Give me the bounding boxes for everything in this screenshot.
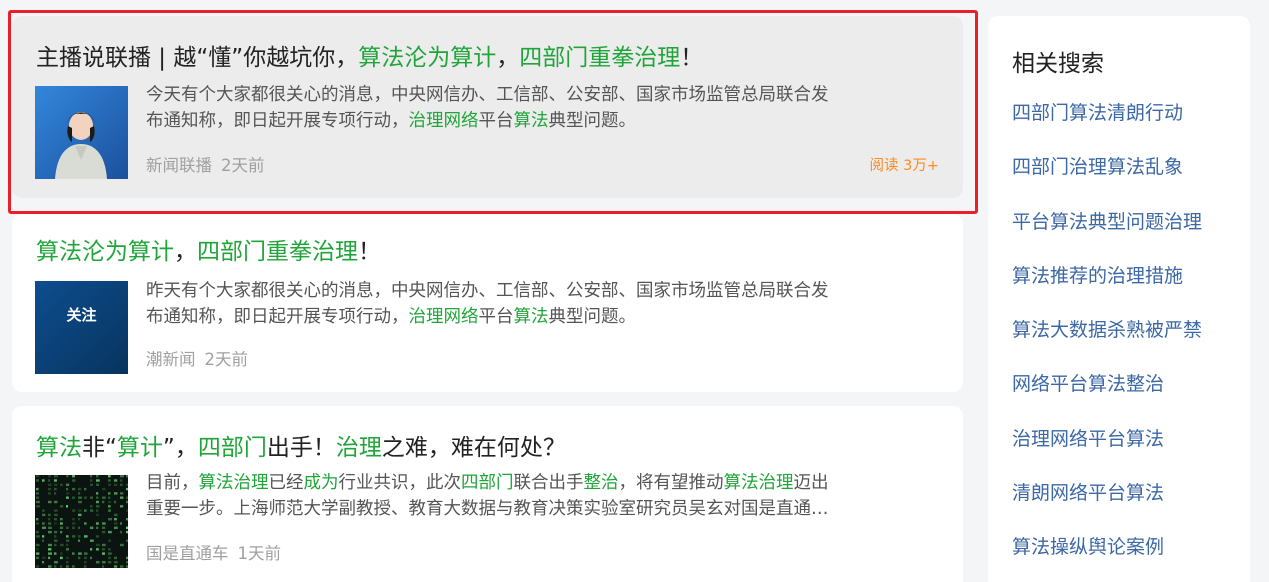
related-search-item[interactable]: 网络平台算法整治 [1012, 369, 1202, 423]
news-title[interactable]: 算法沦为算计，四部门重拳治理！ [36, 232, 381, 266]
news-title[interactable]: 算法非“算计”，四部门出手！治理之难，难在何处？ [36, 428, 566, 462]
related-search-panel: 相关搜索 四部门算法清朗行动 四部门治理算法乱象 平台算法典型问题治理 算法推荐… [988, 16, 1250, 582]
related-search-title: 相关搜索 [1012, 51, 1104, 77]
news-title[interactable]: 主播说联播 | 越“懂”你越坑你，算法沦为算计，四部门重拳治理！ [36, 38, 703, 72]
news-meta: 新闻联播 2天前 [146, 152, 265, 176]
news-summary: 目前，算法治理已经成为行业共识，此次四部门联合出手整治，将有望推动算法治理迈出 … [146, 473, 829, 519]
news-time: 1天前 [237, 544, 282, 563]
related-search-list: 四部门算法清朗行动 四部门治理算法乱象 平台算法典型问题治理 算法推荐的治理措施… [1012, 98, 1202, 582]
related-search-item[interactable]: 四部门算法清朗行动 [1012, 98, 1202, 152]
news-card[interactable]: 算法沦为算计，四部门重拳治理！ 关注 昨天有个大家都很关心的消息，中央网信办、工… [12, 214, 963, 392]
news-meta: 潮新闻 2天前 [146, 346, 248, 370]
news-source[interactable]: 国是直通车 [146, 544, 229, 563]
thumb-label: 关注 [66, 306, 96, 324]
related-search-item[interactable]: 算法操纵舆论案例 [1012, 532, 1202, 582]
matrix-code-thumbnail[interactable] [35, 475, 128, 568]
news-meta: 国是直通车 1天前 [146, 540, 281, 564]
news-source[interactable]: 新闻联播 [146, 156, 212, 175]
related-search-item[interactable]: 平台算法典型问题治理 [1012, 207, 1202, 261]
news-summary: 今天有个大家都很关心的消息，中央网信办、工信部、公安部、国家市场监管总局联合发 … [146, 85, 829, 131]
news-source[interactable]: 潮新闻 [146, 350, 196, 369]
follow-thumbnail[interactable]: 关注 [35, 281, 128, 374]
related-search-item[interactable]: 四部门治理算法乱象 [1012, 152, 1202, 206]
news-card[interactable]: 主播说联播 | 越“懂”你越坑你，算法沦为算计，四部门重拳治理！ 今天有个大家都… [12, 16, 963, 198]
related-search-item[interactable]: 治理网络平台算法 [1012, 424, 1202, 478]
news-time: 2天前 [204, 350, 249, 369]
related-search-item[interactable]: 算法推荐的治理措施 [1012, 261, 1202, 315]
read-count: 阅读 3万+ [869, 158, 939, 174]
news-time: 2天前 [221, 156, 265, 175]
related-search-item[interactable]: 算法大数据杀熟被严禁 [1012, 315, 1202, 369]
news-card[interactable]: 算法非“算计”，四部门出手！治理之难，难在何处？ 目前，算法治理已经成为行业共识… [12, 406, 963, 582]
related-search-item[interactable]: 清朗网络平台算法 [1012, 478, 1202, 532]
news-summary: 昨天有个大家都很关心的消息，中央网信办、工信部、公安部、国家市场监管总局联合发 … [146, 281, 829, 327]
news-anchor-thumbnail[interactable] [35, 86, 128, 179]
